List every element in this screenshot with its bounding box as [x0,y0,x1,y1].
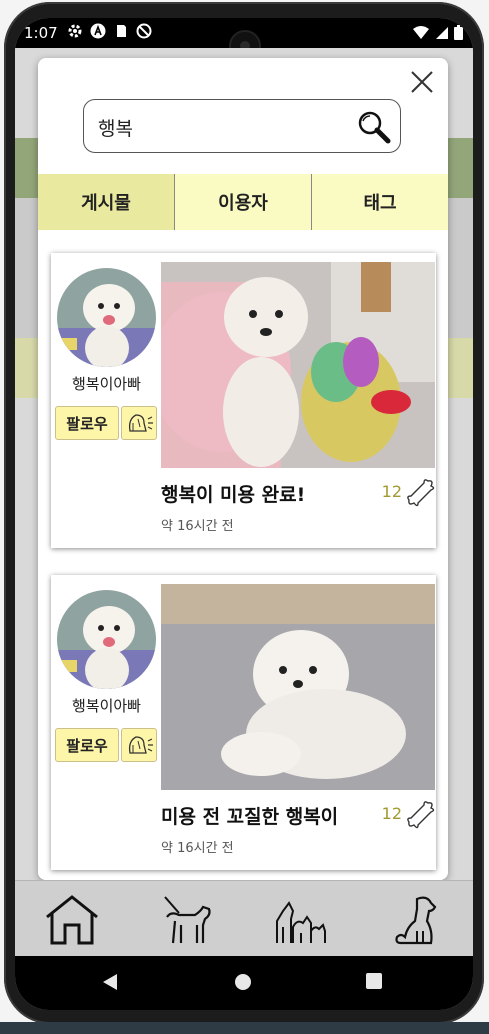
signal-icon [436,26,448,39]
system-nav-bar [15,956,473,1010]
tab-posts[interactable]: 게시물 [38,174,175,230]
back-icon[interactable] [101,972,119,992]
dog-bell-icon [128,414,153,432]
status-time: 1:07 [24,24,58,42]
dog-group-icon[interactable] [271,891,329,949]
app-a-icon [90,23,106,39]
battery-icon [454,25,463,40]
close-icon[interactable] [410,70,434,94]
screen: 1:07 게시물 [15,18,473,1010]
search-box [83,99,401,153]
post-title[interactable]: 행복이 미용 완료! [161,480,305,507]
phone-frame: 1:07 게시물 [0,0,489,1034]
search-dialog: 게시물 이용자 태그 행복이아빠 팔로우 [38,58,448,880]
post-list[interactable]: 행복이아빠 팔로우 행복이 미용 완료! 12 약 16시간 전 행복이아빠 팔… [38,230,448,880]
post-time: 약 16시간 전 [161,841,234,856]
dog-bell-icon [128,736,153,754]
no-disturb-icon [136,23,152,39]
tab-tags[interactable]: 태그 [312,174,448,230]
notify-button[interactable] [121,406,157,440]
dog-sit-icon[interactable] [387,891,445,949]
follow-button[interactable]: 팔로우 [55,728,119,762]
post-title[interactable]: 미용 전 꼬질한 행복이 [161,802,338,829]
bottom-nav [15,880,473,957]
post-photo[interactable] [161,262,435,468]
sd-card-icon [117,25,126,37]
home-icon[interactable] [43,891,101,949]
like-count: 12 [381,482,402,501]
search-input[interactable] [96,110,350,144]
post-photo[interactable] [161,584,435,790]
notify-button[interactable] [121,728,157,762]
recents-icon[interactable] [365,972,383,990]
bone-icon[interactable] [406,800,436,830]
dog-walk-icon[interactable] [157,891,215,949]
wifi-icon [413,25,429,39]
avatar[interactable] [57,590,156,689]
username[interactable]: 행복이아빠 [57,373,156,394]
like-count: 12 [381,804,402,823]
search-icon[interactable] [356,109,392,145]
bottom-strip [0,1022,489,1034]
search-tabs: 게시물 이용자 태그 [38,174,448,230]
home-button-icon[interactable] [233,972,253,992]
bone-icon[interactable] [406,478,436,508]
username[interactable]: 행복이아빠 [57,695,156,716]
follow-button[interactable]: 팔로우 [55,406,119,440]
tab-users[interactable]: 이용자 [175,174,312,230]
post-card[interactable]: 행복이아빠 팔로우 미용 전 꼬질한 행복이 12 약 16시간 전 [51,575,436,870]
post-time: 약 16시간 전 [161,519,234,534]
avatar[interactable] [57,268,156,367]
post-card[interactable]: 행복이아빠 팔로우 행복이 미용 완료! 12 약 16시간 전 [51,253,436,548]
settings-icon [68,24,82,38]
